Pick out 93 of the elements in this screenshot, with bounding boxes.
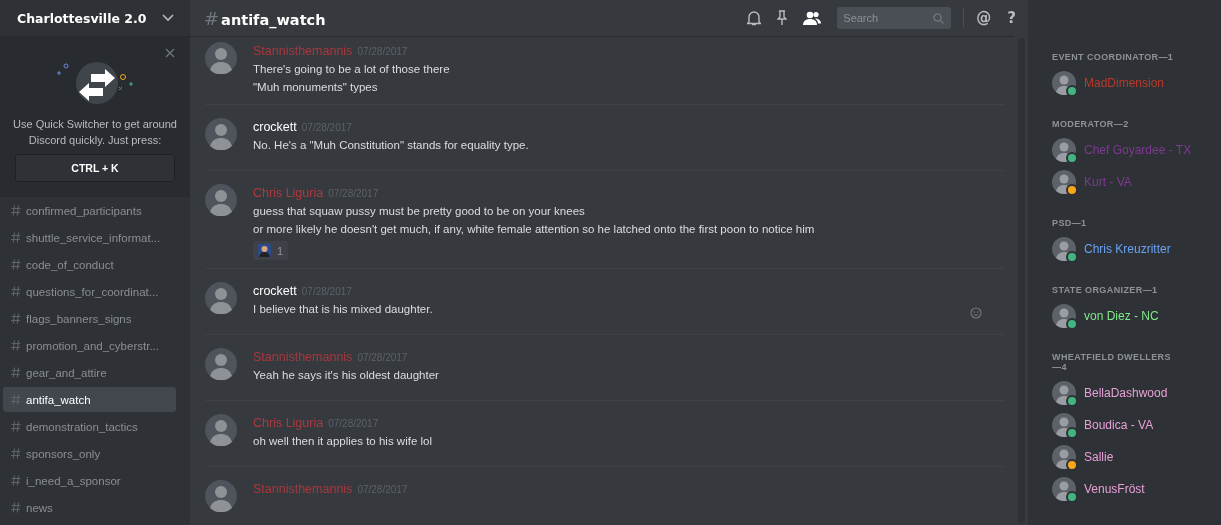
member-name: Chris Kreuzritter <box>1084 242 1171 256</box>
hash-icon <box>11 448 21 459</box>
author-name[interactable]: crockett <box>253 282 297 300</box>
hash-icon <box>11 421 21 432</box>
hash-icon <box>11 286 21 297</box>
bell-icon[interactable] <box>747 10 762 26</box>
channel-item[interactable]: demonstration_tactics <box>3 414 176 439</box>
member-item[interactable]: Chris Kreuzritter <box>1052 233 1213 265</box>
channel-item[interactable]: gear_and_attire <box>3 360 176 385</box>
user-avatar[interactable] <box>205 348 237 380</box>
hash-icon <box>11 232 21 243</box>
hash-icon <box>11 475 21 486</box>
channel-name: questions_for_coordinat... <box>26 285 159 298</box>
member-name: MadDimension <box>1084 76 1165 90</box>
shortcut-button[interactable]: CTRL + K <box>15 154 175 182</box>
hash-icon <box>11 367 21 378</box>
channel-name: i_need_a_sponsor <box>26 474 121 487</box>
message-text: guess that squaw pussy must be pretty good to be on your knees <box>253 204 586 219</box>
user-avatar[interactable] <box>205 282 237 314</box>
channel-item[interactable]: antifa_watch <box>3 387 176 412</box>
reaction-count: 1 <box>277 244 284 257</box>
member-item[interactable]: von Diez - NC <box>1052 300 1213 332</box>
member-name: VenusFröst <box>1084 482 1145 496</box>
member-name: Chef Goyardee - TX <box>1084 143 1192 157</box>
channel-item[interactable]: i_need_a_sponsor <box>3 468 176 493</box>
role-heading: MODERATOR—2 <box>1052 119 1130 129</box>
role-heading: EVENT COORDINATOR—1 <box>1052 52 1174 62</box>
member-name: von Diez - NC <box>1084 309 1159 323</box>
hash-icon <box>11 502 21 513</box>
hash-icon <box>11 259 21 270</box>
mentions-icon[interactable]: @ <box>976 9 992 27</box>
channel-item[interactable]: sponsors_only <box>3 441 176 466</box>
message-text: There's going to be a lot of those there <box>253 62 450 77</box>
role-heading: PSD—1 <box>1052 218 1088 228</box>
member-item[interactable]: Sallie <box>1052 441 1213 473</box>
member-item[interactable]: BellaDashwood <box>1052 377 1213 409</box>
channel-item[interactable]: confirmed_participants <box>3 198 176 223</box>
add-reaction-icon[interactable] <box>970 307 982 319</box>
user-avatar[interactable] <box>205 480 237 512</box>
message-text: "Muh monuments" types <box>253 80 379 95</box>
close-icon[interactable] <box>165 48 175 58</box>
author-name[interactable]: crockett <box>253 118 297 136</box>
channel-name: flags_banners_signs <box>26 312 132 325</box>
channel-item[interactable]: shuttle_service_informat... <box>3 225 176 250</box>
search-icon <box>933 12 945 24</box>
channel-item[interactable]: news <box>3 495 176 520</box>
hash-icon: # <box>204 7 220 29</box>
member-name: Kurt - VA <box>1084 175 1132 189</box>
user-avatar[interactable] <box>205 118 237 150</box>
server-name: Charlottesville 2.0 <box>17 10 147 26</box>
channel-item[interactable]: code_of_conduct <box>3 252 176 277</box>
member-item[interactable]: VenusFröst <box>1052 473 1213 505</box>
reaction-button[interactable]: 1 <box>253 241 289 260</box>
user-avatar[interactable] <box>205 414 237 446</box>
user-avatar[interactable] <box>205 42 237 74</box>
message-text: I believe that is his mixed daughter. <box>253 302 433 317</box>
channel-item[interactable]: flags_banners_signs <box>3 306 176 331</box>
member-name: Boudica - VA <box>1084 418 1154 432</box>
message-text: No. He's a "Muh Constitution" stands for equality type. <box>253 138 529 153</box>
hash-icon <box>11 313 21 324</box>
message-text: Yeah he says it's his oldest daughter <box>253 368 439 383</box>
member-item[interactable]: Boudica - VA <box>1052 409 1213 441</box>
message-text: oh well then it applies to his wife lol <box>253 434 432 449</box>
channel-name: code_of_conduct <box>26 258 114 271</box>
channel-name: news <box>26 501 53 514</box>
user-avatar[interactable] <box>205 184 237 216</box>
channel-name: gear_and_attire <box>26 366 107 379</box>
pin-icon[interactable] <box>777 10 788 26</box>
search-field[interactable]: Search <box>837 7 952 29</box>
member-name: BellaDashwood <box>1084 386 1168 400</box>
hash-icon <box>11 205 21 216</box>
hash-icon <box>11 394 21 405</box>
help-icon[interactable]: ? <box>1007 9 1016 27</box>
hash-icon <box>11 340 21 351</box>
members-icon[interactable] <box>803 11 822 25</box>
quick-switcher-hint: Use Quick Switcher to get around Discord quickly. Just press: <box>12 117 178 148</box>
message-text: or more likely he doesn't get much, if any, white female attention so he latched onto the first poon to notice him <box>253 222 815 237</box>
channel-item[interactable]: questions_for_coordinat... <box>3 279 176 304</box>
role-heading: STATE ORGANIZER—1 <box>1052 285 1159 295</box>
member-item[interactable]: MadDimension <box>1052 67 1213 99</box>
channel-name: promotion_and_cyberstr... <box>26 339 159 352</box>
channel-name: demonstration_tactics <box>26 420 138 433</box>
channel-name: confirmed_participants <box>26 204 142 217</box>
chevron-down-icon[interactable] <box>162 14 174 22</box>
channel-name: sponsors_only <box>26 447 101 460</box>
channel-title: antifa_watch <box>221 11 326 28</box>
member-name: Sallie <box>1084 450 1114 464</box>
channel-name: shuttle_service_informat... <box>26 231 161 244</box>
server-header[interactable]: Charlottesville 2.0 <box>0 0 190 36</box>
role-heading: WHEATFIELD DWELLERS—4 <box>1052 352 1172 372</box>
emoji-icon <box>258 244 271 257</box>
channel-name: antifa_watch <box>26 393 91 406</box>
channel-item[interactable]: promotion_and_cyberstr... <box>3 333 176 358</box>
